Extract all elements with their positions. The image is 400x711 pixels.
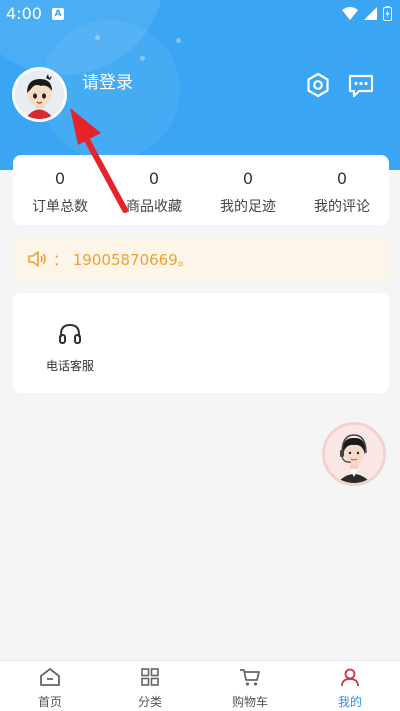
services-card: 电话客服 — [13, 293, 389, 393]
grid-icon — [141, 668, 159, 686]
messages-button[interactable] — [347, 73, 375, 99]
stat-label: 我的足迹 — [220, 199, 276, 215]
stat-label: 订单总数 — [32, 199, 88, 215]
stats-card: 0 订单总数 0 商品收藏 0 我的足迹 0 我的评论 — [13, 155, 389, 225]
user-icon — [341, 668, 359, 687]
floating-customer-service-button[interactable] — [322, 422, 386, 486]
status-bar: 4:00 A — [0, 0, 400, 28]
cart-icon — [240, 669, 260, 686]
home-icon — [40, 668, 60, 686]
avatar-cartoon-icon — [15, 70, 64, 119]
tab-label: 我的 — [337, 695, 362, 709]
tab-label: 首页 — [37, 695, 62, 709]
profile-header: 4:00 A 请登录 — [0, 0, 400, 170]
signal-icon — [364, 7, 377, 20]
service-label: 电话客服 — [45, 359, 94, 373]
user-avatar[interactable] — [12, 67, 67, 122]
notice-text: ： 19005870669。 — [53, 250, 193, 269]
stat-value: 0 — [54, 169, 66, 188]
notice-bar[interactable]: ： 19005870669。 — [13, 237, 389, 281]
status-icons — [342, 6, 392, 21]
message-dots-icon — [348, 74, 374, 98]
notification-badge: A — [52, 8, 64, 20]
header-decor-dot — [140, 56, 145, 61]
stat-value: 0 — [242, 169, 254, 188]
tab-mine[interactable]: 我的 — [300, 661, 400, 711]
settings-hexagon-icon — [307, 72, 329, 98]
tab-label: 分类 — [137, 695, 162, 709]
battery-icon — [383, 6, 392, 21]
customer-service-agent-icon — [325, 425, 383, 483]
tab-home[interactable]: 首页 — [0, 661, 100, 711]
status-time: 4:00 — [6, 4, 42, 23]
tab-cart[interactable]: 购物车 — [200, 661, 300, 711]
stat-value: 0 — [336, 169, 348, 188]
tab-label: 购物车 — [231, 695, 268, 709]
login-link[interactable]: 请登录 — [82, 68, 133, 93]
settings-button[interactable] — [305, 72, 331, 98]
stat-label: 商品收藏 — [126, 199, 182, 215]
header-decor-dot — [95, 35, 100, 40]
phone-service-button[interactable]: 电话客服 — [41, 323, 99, 374]
stat-reviews[interactable]: 0 我的评论 — [295, 155, 389, 225]
header-decor-dot — [176, 38, 181, 43]
stat-orders[interactable]: 0 订单总数 — [13, 155, 107, 225]
headphones-icon — [59, 323, 81, 344]
wifi-icon — [342, 7, 358, 20]
stat-favorites[interactable]: 0 商品收藏 — [107, 155, 201, 225]
tab-category[interactable]: 分类 — [100, 661, 200, 711]
stat-value: 0 — [148, 169, 160, 188]
stat-label: 我的评论 — [314, 199, 370, 215]
bottom-tab-bar: 首页 分类 购物车 我的 — [0, 660, 400, 711]
speaker-icon — [28, 251, 46, 267]
stat-footprints[interactable]: 0 我的足迹 — [201, 155, 295, 225]
